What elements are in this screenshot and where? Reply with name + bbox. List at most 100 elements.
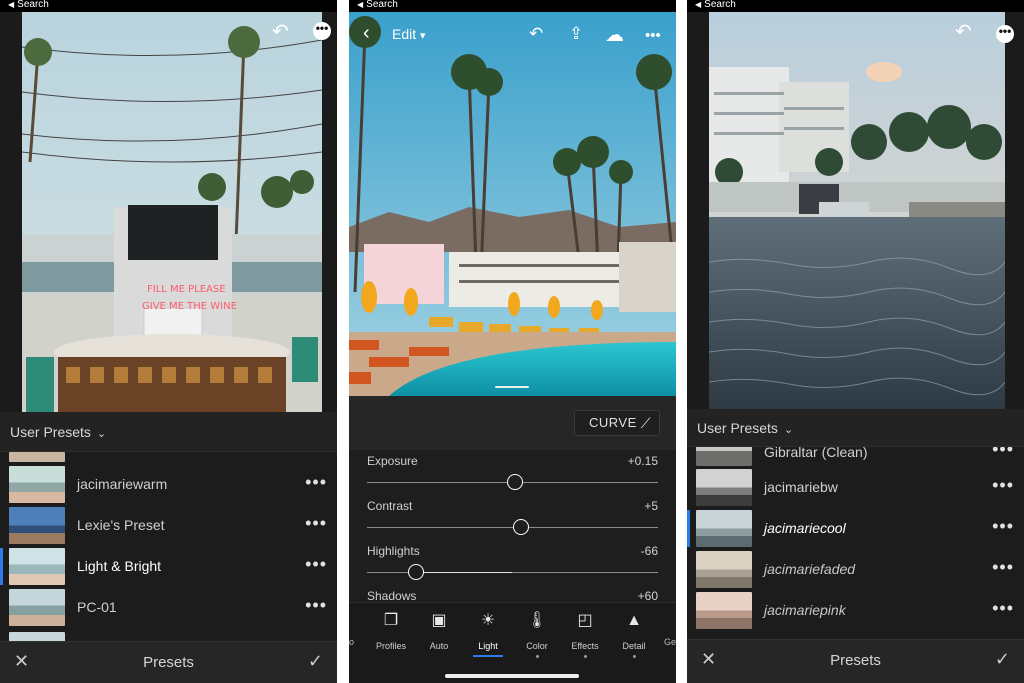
preset-name: PC-01 — [77, 599, 117, 615]
preset-name: jacimariepink — [764, 602, 846, 618]
slider-value: +0.15 — [627, 454, 658, 468]
checkmark-icon[interactable]: ✓ — [995, 649, 1010, 670]
undo-icon[interactable]: ↶ — [955, 22, 972, 42]
tool-label: Color — [526, 641, 548, 651]
preset-thumbnail — [9, 452, 65, 462]
more-options-icon[interactable]: ••• — [992, 598, 1014, 619]
more-options-icon[interactable]: ••• — [992, 557, 1014, 578]
edit-mode-dropdown[interactable]: Edit ▾ — [392, 26, 426, 42]
tool-label: Effects — [571, 641, 599, 651]
more-options-icon[interactable]: ••• — [992, 516, 1014, 537]
preset-thumbnail — [696, 469, 752, 506]
back-triangle-icon: ◀ — [695, 0, 702, 9]
checkmark-icon[interactable]: ✓ — [308, 651, 323, 672]
curve-icon: ⟋ — [640, 415, 651, 431]
preset-item-light-and-bright[interactable]: Light & Bright ••• — [0, 546, 337, 587]
preset-item-pc-01[interactable]: PC-01 ••• — [0, 587, 337, 628]
status-bar[interactable]: ◀ Search — [349, 0, 676, 12]
preset-thumbnail — [9, 589, 65, 626]
preset-name: jacimariefaded — [764, 561, 856, 577]
tool-light[interactable]: ☀ Light — [463, 611, 513, 657]
preset-thumbnail — [696, 592, 752, 629]
preset-item-lexies-preset[interactable]: Lexie's Preset ••• — [0, 505, 337, 546]
user-presets-dropdown[interactable]: User Presets ⌄ — [687, 409, 1024, 447]
selected-indicator — [0, 548, 3, 585]
shadows-slider[interactable]: Shadows +60 — [367, 589, 658, 602]
preview-photo-marina — [709, 12, 1005, 409]
tool-effects[interactable]: ◰ Effects — [560, 611, 610, 658]
slider-knob[interactable] — [408, 564, 425, 580]
preset-thumbnail — [9, 507, 65, 544]
more-options-icon[interactable]: ••• — [305, 595, 327, 616]
preset-item-jacimariefaded[interactable]: jacimariefaded ••• — [687, 549, 1024, 590]
svg-text:FILL ME PLEASE: FILL ME PLEASE — [147, 284, 226, 295]
middle-edit-screen: ◀ Search ‹ Edit ▾ ↶ ⇪ ☁ ••• CURVE ⟋ Expo… — [349, 0, 676, 683]
preset-thumbnail — [696, 447, 752, 466]
undo-icon[interactable]: ↶ — [272, 22, 289, 42]
tool-auto[interactable]: ▣ Auto — [414, 611, 464, 651]
tool-partial-right[interactable]: Ge — [664, 637, 676, 647]
preset-thumbnail — [696, 551, 752, 588]
tool-dot — [632, 655, 636, 658]
preset-item-jacimariepink[interactable]: jacimariepink ••• — [687, 590, 1024, 631]
color-icon: 🌡︎ — [526, 612, 548, 629]
exposure-slider[interactable]: Exposure +0.15 — [367, 454, 658, 498]
preset-item-jacimariecool[interactable]: jacimariecool ••• — [687, 508, 1024, 549]
bottom-bar-title: Presets — [830, 652, 881, 669]
back-triangle-icon: ◀ — [357, 0, 364, 9]
slider-label: Exposure — [367, 454, 418, 468]
preset-item-jacimariewarm[interactable]: jacimariewarm ••• — [0, 464, 337, 505]
contrast-slider[interactable]: Contrast +5 — [367, 499, 658, 543]
home-indicator[interactable] — [445, 674, 579, 678]
chevron-down-icon: ⌄ — [783, 424, 794, 436]
tool-profiles[interactable]: ❐ Profiles — [366, 611, 416, 651]
more-options-icon[interactable]: ••• — [996, 25, 1014, 43]
more-options-icon[interactable]: ••• — [992, 447, 1014, 460]
cloud-sync-icon[interactable]: ☁ — [605, 24, 624, 47]
preset-name: Lexie's Preset — [77, 517, 165, 533]
status-back-label: Search — [704, 0, 736, 10]
sheet-grabber[interactable] — [495, 386, 529, 388]
curve-area: CURVE ⟋ — [349, 396, 676, 450]
chevron-down-icon: ⌄ — [96, 428, 107, 440]
back-chevron-icon[interactable]: ‹ — [363, 22, 370, 45]
status-bar[interactable]: ◀ Search — [687, 0, 1024, 12]
preset-thumbnail — [9, 548, 65, 585]
preset-name: Light & Bright — [77, 558, 162, 574]
auto-icon: ▣ — [431, 612, 447, 629]
slider-value: +5 — [644, 499, 658, 513]
share-icon[interactable]: ⇪ — [569, 24, 583, 44]
status-bar[interactable]: ◀ Search — [0, 0, 337, 12]
tool-partial-left[interactable]: o — [349, 637, 354, 647]
slider-knob[interactable] — [513, 519, 530, 535]
left-presets-screen: ◀ Search FILL ME PLEASE GIVE ME THE WINE… — [0, 0, 337, 683]
more-options-icon[interactable]: ••• — [645, 27, 661, 44]
tool-color[interactable]: 🌡︎ Color — [512, 611, 562, 658]
selected-indicator — [687, 510, 690, 547]
tool-dot — [583, 655, 587, 658]
curve-button[interactable]: CURVE ⟋ — [574, 410, 660, 436]
preset-name: jacimariecool — [764, 520, 846, 536]
more-options-icon[interactable]: ••• — [305, 472, 327, 493]
light-icon: ☀ — [480, 612, 496, 629]
undo-icon[interactable]: ↶ — [529, 24, 543, 44]
user-presets-dropdown[interactable]: User Presets ⌄ — [0, 412, 337, 452]
preset-item-jacimariebw[interactable]: jacimariebw ••• — [687, 467, 1024, 508]
user-presets-label: User Presets — [10, 424, 91, 440]
more-options-icon[interactable]: ••• — [305, 554, 327, 575]
slider-label: Highlights — [367, 544, 420, 558]
preset-item-gibraltar-clean[interactable]: Gibraltar (Clean) ••• — [687, 447, 1024, 467]
chevron-down-icon: ▾ — [420, 30, 426, 42]
preview-photo-rooftop-bar: FILL ME PLEASE GIVE ME THE WINE — [22, 12, 322, 412]
status-back-label: Search — [17, 0, 49, 10]
slider-knob[interactable] — [507, 474, 524, 490]
tool-label: Light — [478, 641, 498, 651]
more-options-icon[interactable]: ••• — [313, 22, 331, 40]
preset-thumbnail — [9, 466, 65, 503]
back-triangle-icon: ◀ — [8, 0, 15, 9]
highlights-slider[interactable]: Highlights -66 — [367, 544, 658, 588]
more-options-icon[interactable]: ••• — [992, 475, 1014, 496]
tool-detail[interactable]: ▲ Detail — [609, 611, 659, 658]
more-options-icon[interactable]: ••• — [305, 513, 327, 534]
slider-value: -66 — [640, 544, 658, 558]
